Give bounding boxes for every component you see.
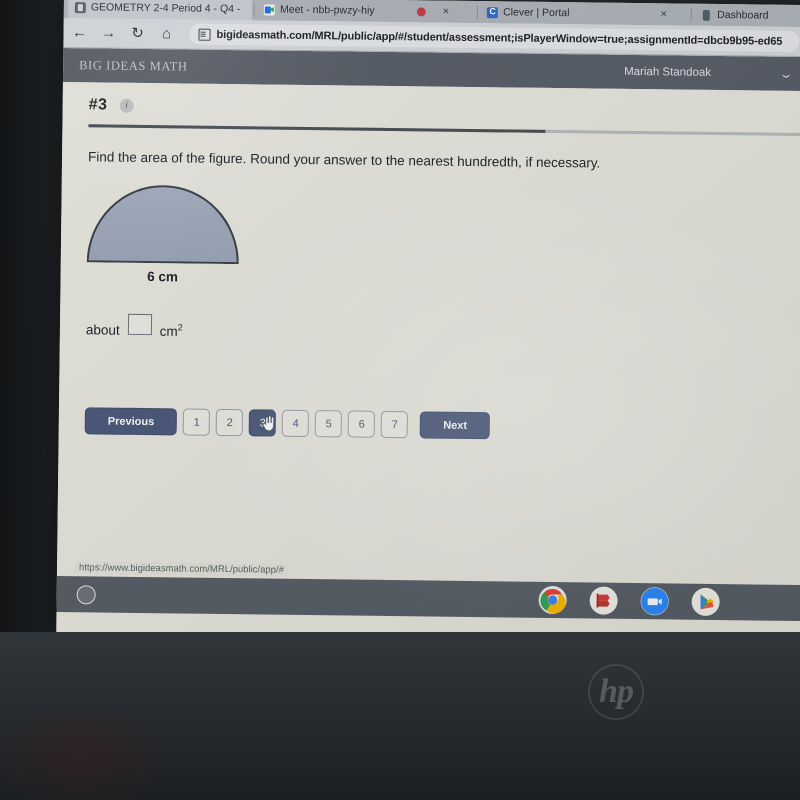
status-bar-url: https://www.bigideasmath.com/MRL/public/… <box>74 561 288 577</box>
red-dot-icon <box>416 6 427 17</box>
page-button-1[interactable]: 1 <box>183 408 211 436</box>
home-icon[interactable]: ⌂ <box>158 25 174 42</box>
zoom-icon[interactable] <box>640 587 669 616</box>
desk-shadow <box>0 700 170 800</box>
launcher-icon[interactable] <box>76 584 96 604</box>
semicircle-shape <box>86 184 240 265</box>
google-play-icon[interactable] <box>691 587 720 617</box>
assessment-page: #3 i Find the area of the figure. Round … <box>56 81 800 586</box>
answer-prefix-label: about <box>85 322 120 338</box>
answer-input[interactable] <box>127 313 152 336</box>
tab-separator <box>254 2 256 16</box>
previous-button[interactable]: Previous <box>84 407 178 436</box>
user-name: Mariah Standoak <box>624 65 712 79</box>
tab-close-icon[interactable]: × <box>251 3 252 15</box>
google-meet-icon <box>263 3 276 16</box>
site-info-icon[interactable] <box>198 28 211 41</box>
chromeos-shelf <box>56 575 800 622</box>
tab-title: Clever | Portal <box>503 6 570 20</box>
page-button-4[interactable]: 4 <box>282 409 310 438</box>
answer-row: about cm2 <box>86 313 800 346</box>
reload-icon[interactable]: ↻ <box>129 25 145 42</box>
hp-logo: hp <box>588 664 644 720</box>
chevron-down-icon[interactable]: ⌄ <box>778 67 793 81</box>
nearpod-icon[interactable] <box>589 586 618 615</box>
page-button-2[interactable]: 2 <box>216 408 244 437</box>
page-button-7[interactable]: 7 <box>381 410 409 439</box>
shelf-app-list <box>538 585 720 617</box>
back-icon[interactable]: ← <box>71 24 87 41</box>
user-menu[interactable]: Mariah Standoak ⌄ <box>624 65 794 81</box>
next-button[interactable]: Next <box>420 411 491 440</box>
figure-semicircle: 6 cm <box>86 184 277 285</box>
address-bar-url[interactable]: bigideasmath.com/MRL/public/app/#/studen… <box>216 28 782 47</box>
answer-unit-label: cm2 <box>159 321 183 339</box>
browser-tab-geometry[interactable]: GEOMETRY 2-4 Period 4 - Q4 - × <box>67 0 253 21</box>
lock-icon <box>701 9 712 20</box>
document-icon <box>74 1 86 13</box>
brand-logo: BIG IDEAS MATH <box>79 57 188 74</box>
tab-close-icon[interactable]: × <box>443 5 450 17</box>
tab-title: Dashboard <box>717 8 769 22</box>
browser-tab-unnamed[interactable]: × <box>409 0 476 23</box>
browser-tab-meet[interactable]: Meet - nbb-pwzy-hiy <box>257 0 409 22</box>
info-icon[interactable]: i <box>119 98 134 113</box>
tab-separator <box>691 8 693 22</box>
page-button-5[interactable]: 5 <box>315 410 343 438</box>
clever-icon <box>487 6 499 18</box>
address-bar[interactable]: bigideasmath.com/MRL/public/app/#/studen… <box>189 23 800 52</box>
laptop-photo: GEOMETRY 2-4 Period 4 - Q4 - × Meet - nb… <box>0 0 800 800</box>
question-number: #3 <box>88 96 108 114</box>
laptop-screen: GEOMETRY 2-4 Period 4 - Q4 - × Meet - nb… <box>56 0 800 648</box>
browser-tab-dashboard[interactable]: Dashboard <box>694 4 800 27</box>
tab-close-icon[interactable]: × <box>660 8 667 20</box>
tab-separator <box>477 5 479 19</box>
browser-tab-clever[interactable]: Clever | Portal <box>480 1 654 25</box>
figure-dimension-label: 6 cm <box>147 269 179 285</box>
chrome-icon[interactable] <box>538 585 567 615</box>
browser-tab-clever-close[interactable]: × <box>653 3 689 25</box>
page-button-3-label: 3 <box>259 416 266 429</box>
page-button-6[interactable]: 6 <box>348 410 376 438</box>
tab-title: GEOMETRY 2-4 Period 4 - Q4 - <box>90 1 241 16</box>
pagination: Previous 1 2 3 4 5 6 7 Next <box>84 407 800 443</box>
page-button-3[interactable]: 3 <box>249 409 277 437</box>
tab-title: Meet - nbb-pwzy-hiy <box>279 3 375 17</box>
forward-icon[interactable]: → <box>100 24 116 41</box>
